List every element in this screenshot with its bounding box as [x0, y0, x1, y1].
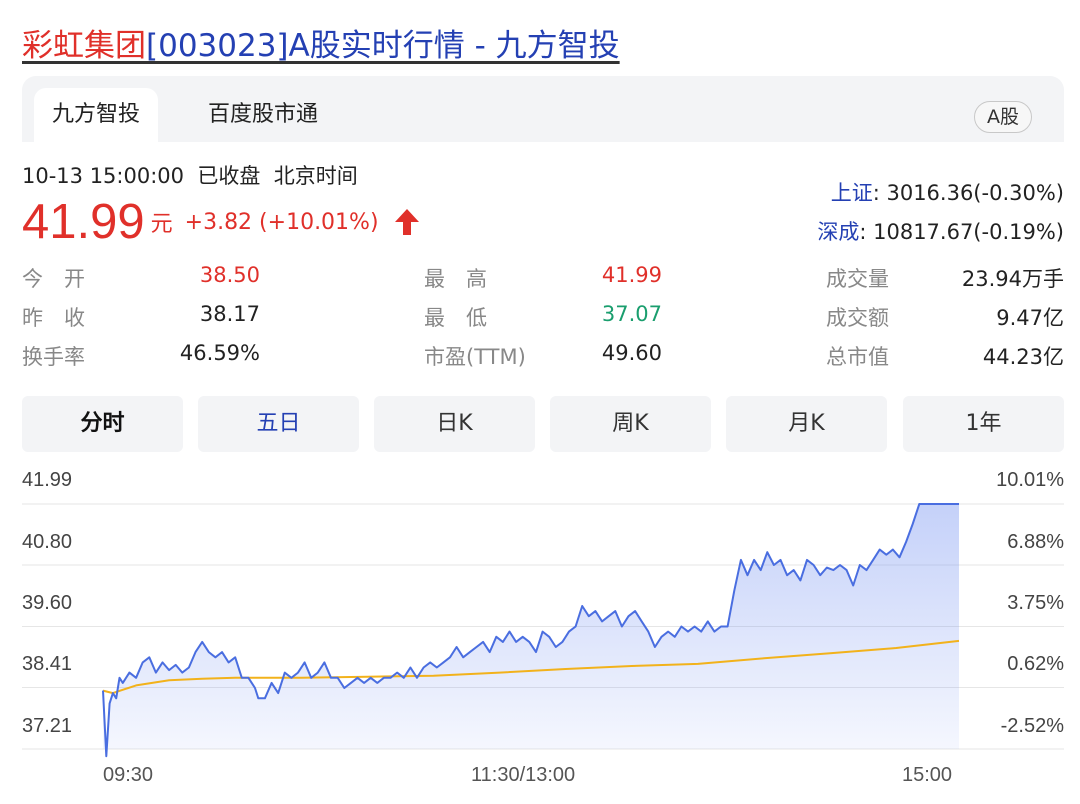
x-tick-label: 15:00: [902, 764, 953, 786]
y-pct-tick-label: 0.62%: [1007, 653, 1064, 675]
y-tick-label: 40.80: [22, 531, 73, 553]
y-pct-tick-label: 3.75%: [1007, 592, 1064, 614]
y-pct-tick-label: 6.88%: [1007, 531, 1064, 553]
y-tick-label: 38.41: [22, 653, 73, 675]
y-tick-label: 41.99: [22, 469, 73, 491]
y-pct-tick-label: 10.01%: [996, 469, 1064, 491]
x-tick-label: 11:30/13:00: [471, 764, 576, 786]
y-tick-label: 39.60: [22, 592, 73, 614]
x-tick-label: 09:30: [103, 764, 154, 786]
y-tick-label: 37.21: [22, 715, 73, 737]
y-pct-tick-label: -2.52%: [1000, 715, 1064, 737]
price-area-fill: [103, 504, 959, 757]
intraday-chart: [22, 503, 1064, 758]
